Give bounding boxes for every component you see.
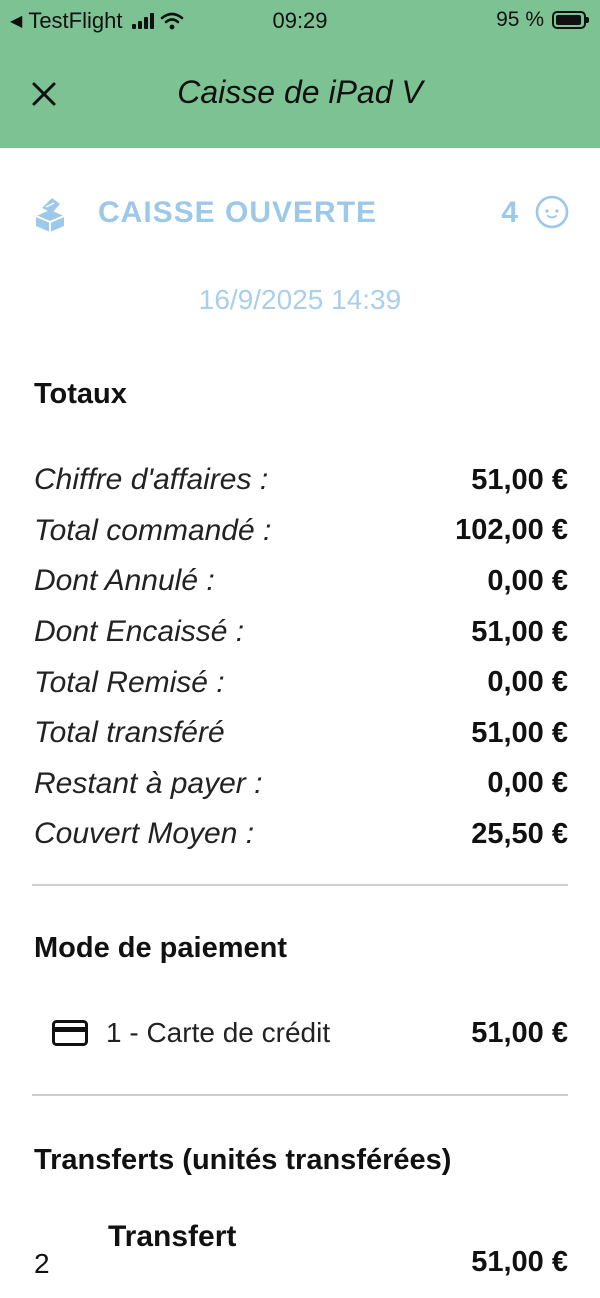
total-value: 25,50 € — [471, 817, 568, 850]
battery-percent: 95 % — [496, 8, 544, 31]
payment-title: Mode de paiement — [34, 932, 287, 964]
cash-register-icon — [35, 198, 65, 232]
total-label: Chiffre d'affaires : — [34, 463, 269, 497]
total-label: Restant à payer : — [34, 766, 263, 800]
totals-list: Chiffre d'affaires : 51,00 € Total comma… — [34, 455, 568, 860]
total-value: 0,00 € — [487, 564, 568, 597]
total-row: Dont Encaissé : 51,00 € — [34, 607, 568, 658]
total-label: Dont Encaissé : — [34, 615, 245, 649]
payment-method-info: 1 - Carte de crédit — [52, 1017, 330, 1049]
register-status: CAISSE OUVERTE — [98, 196, 378, 229]
guest-count: 4 — [501, 196, 518, 229]
totals-title: Totaux — [34, 378, 127, 410]
battery-level — [556, 15, 581, 25]
total-value: 51,00 € — [471, 615, 568, 648]
guests-icon — [535, 195, 569, 229]
total-row: Chiffre d'affaires : 51,00 € — [34, 455, 568, 506]
transfer-amount: 51,00 € — [471, 1246, 568, 1278]
total-row: Couvert Moyen : 25,50 € — [34, 809, 568, 860]
total-row: Dont Annulé : 0,00 € — [34, 556, 568, 607]
top-bar: ◀ TestFlight 09:29 95 % Caisse de iPad V — [0, 0, 600, 148]
transfers-title: Transferts (unités transférées) — [34, 1144, 452, 1176]
register-open-date: 16/9/2025 14:39 — [198, 284, 402, 315]
total-value: 0,00 € — [487, 767, 568, 800]
register-status-row: CAISSE OUVERTE 4 — [30, 190, 570, 238]
battery-status: 95 % — [496, 8, 589, 32]
total-value: 51,00 € — [471, 716, 568, 749]
total-label: Couvert Moyen : — [34, 817, 255, 851]
total-label: Total transféré — [34, 716, 225, 750]
page-title: Caisse de iPad V — [177, 74, 423, 110]
total-value: 102,00 € — [455, 514, 568, 547]
total-row: Total commandé : 102,00 € — [34, 506, 568, 557]
payment-method-amount: 51,00 € — [471, 1016, 568, 1049]
payment-method-row[interactable]: 1 - Carte de crédit 51,00 € — [52, 1010, 568, 1056]
divider — [32, 1094, 568, 1096]
total-value: 51,00 € — [471, 463, 568, 496]
total-row: Total transféré 51,00 € — [34, 708, 568, 759]
total-label: Dont Annulé : — [34, 564, 215, 598]
status-bar: ◀ TestFlight 09:29 95 % — [0, 0, 600, 42]
total-row: Restant à payer : 0,00 € — [34, 759, 568, 810]
total-label: Total commandé : — [34, 513, 272, 547]
battery-icon — [552, 11, 589, 29]
credit-card-icon — [52, 1020, 88, 1046]
total-value: 0,00 € — [487, 666, 568, 699]
divider — [32, 884, 568, 886]
total-label: Total Remisé : — [34, 665, 225, 699]
transfer-label: Transfert — [108, 1220, 237, 1253]
transfer-quantity: 2 — [34, 1248, 50, 1279]
total-row: Total Remisé : 0,00 € — [34, 657, 568, 708]
payment-method-label: 1 - Carte de crédit — [106, 1017, 331, 1048]
